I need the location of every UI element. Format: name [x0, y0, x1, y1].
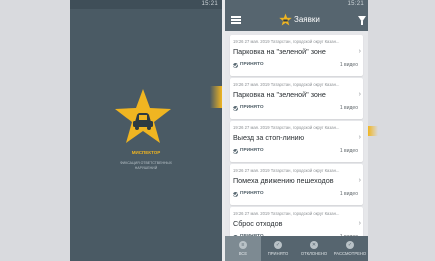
status-time: 15:21 [347, 1, 364, 7]
list-item[interactable]: 19:26 27 мая. 2019 Татарстан, городской … [230, 35, 363, 76]
splash-screen: 15:21 МИСПЕКТОР ФИКСАЦИЯ ОТВЕТСТВЕННЫХ Н… [70, 0, 222, 261]
tab-label: ОТКЛОНЕНО [300, 251, 328, 256]
reviewed-icon: ✓ [346, 241, 354, 249]
report-title: Парковка на "зеленой" зоне [233, 90, 326, 99]
list-item[interactable]: 19:26 27 мая. 2019 Татарстан, городской … [230, 164, 363, 205]
status-label: ПРИНЯТО [240, 191, 264, 196]
status-time: 15:21 [201, 1, 218, 7]
video-count: 1 видео [339, 191, 358, 197]
report-title: Помеха движению пешеходов [233, 176, 334, 185]
list-item[interactable]: 19:26 27 мая. 2019 Татарстан, городской … [230, 121, 363, 162]
tab-accepted[interactable]: ✓ ПРИНЯТО [260, 236, 296, 261]
check-icon [233, 62, 238, 68]
app-bar: Заявки [225, 9, 368, 31]
report-meta: 19:26 27 мая. 2019 Татарстан, городской … [233, 39, 340, 44]
decorative-accent [210, 86, 222, 108]
tab-label: ПРИНЯТО [267, 251, 289, 256]
status-label: ПРИНЯТО [240, 148, 264, 153]
chevron-right-icon: › [358, 48, 361, 55]
chevron-right-icon: › [358, 134, 361, 141]
star-logo-icon [279, 13, 292, 26]
rejected-icon: ✕ [310, 241, 318, 249]
check-icon [233, 148, 238, 154]
report-title: Парковка на "зеленой" зоне [233, 47, 326, 56]
reports-screen: 15:21 Заявки 19:26 27 мая. 2019 Татарста… [225, 0, 368, 261]
page-title: Заявки [294, 15, 320, 24]
video-count: 1 видео [339, 62, 358, 68]
check-icon [233, 105, 238, 111]
tab-label: РАССМОТРЕНО [333, 251, 367, 256]
report-meta: 19:26 27 мая. 2019 Татарстан, городской … [233, 82, 340, 87]
report-meta: 19:26 27 мая. 2019 Татарстан, городской … [233, 125, 340, 130]
report-meta: 19:26 27 мая. 2019 Татарстан, городской … [233, 211, 340, 216]
chevron-right-icon: › [358, 91, 361, 98]
chevron-right-icon: › [358, 220, 361, 227]
app-name: МИСПЕКТОР [131, 150, 161, 155]
all-icon: ≡ [239, 241, 247, 249]
filter-icon[interactable] [358, 16, 366, 25]
report-title: Сброс отходов [233, 219, 283, 228]
status-bar-left: 15:21 [70, 0, 222, 9]
status-label: ПРИНЯТО [240, 105, 264, 110]
status-label: ПРИНЯТО [240, 62, 264, 67]
tab-reviewed[interactable]: ✓ РАССМОТРЕНО [332, 236, 368, 261]
list-item[interactable]: 19:26 27 мая. 2019 Татарстан, городской … [230, 78, 363, 119]
check-icon [233, 191, 238, 197]
video-count: 1 видео [339, 148, 358, 154]
tab-label: ВСЕ [238, 251, 248, 256]
video-count: 1 видео [339, 105, 358, 111]
decorative-accent [368, 126, 378, 136]
chevron-right-icon: › [358, 177, 361, 184]
accepted-icon: ✓ [274, 241, 282, 249]
menu-icon[interactable] [231, 16, 241, 24]
status-bar-right: 15:21 [225, 0, 368, 9]
report-meta: 19:26 27 мая. 2019 Татарстан, городской … [233, 168, 340, 173]
report-title: Выезд за стоп-линию [233, 133, 305, 142]
app-tagline: ФИКСАЦИЯ ОТВЕТСТВЕННЫХ НАРУШЕНИЙ [120, 161, 172, 170]
star-car-icon [114, 88, 172, 144]
tab-rejected[interactable]: ✕ ОТКЛОНЕНО [296, 236, 332, 261]
bottom-tab-bar: ≡ ВСЕ ✓ ПРИНЯТО ✕ ОТКЛОНЕНО ✓ РАССМОТРЕН… [225, 236, 368, 261]
tab-all[interactable]: ≡ ВСЕ [225, 236, 261, 261]
